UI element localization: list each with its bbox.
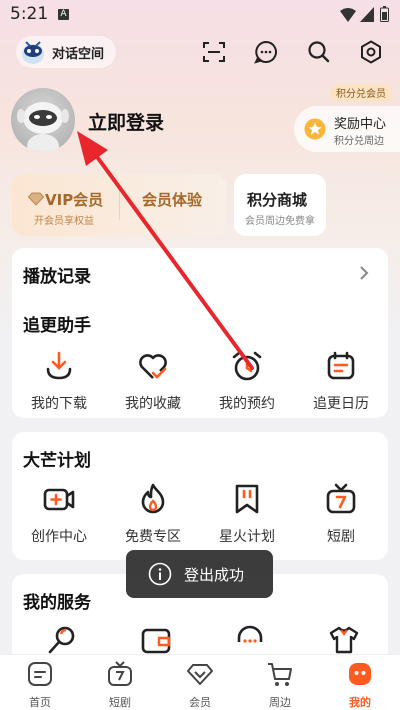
tab-short-drama-label: 短剧 [109,696,131,709]
spark-plan-label: 星火计划 [219,529,275,545]
avatar[interactable] [11,88,75,152]
creator-center-button[interactable]: 创作中心 [14,482,104,546]
tab-mine[interactable]: 我的 [320,660,400,710]
play-history-label: 播放记录 [23,267,91,287]
vip-icon [187,664,213,685]
signal-icon [360,7,374,22]
member-trial-button[interactable]: 会员体验 [120,174,226,236]
login-button[interactable]: 立即登录 [88,108,164,135]
free-zone-button[interactable]: 免费专区 [108,482,198,546]
tab-merch[interactable]: 周边 [240,660,320,710]
short-drama-button[interactable]: 短剧 [296,482,386,546]
my-favorites-button[interactable]: 我的收藏 [108,349,198,413]
flame-icon [141,483,165,514]
reward-badge: 积分兑会员 [330,84,392,101]
default-avatar-icon [17,102,69,152]
bookmark-icon [235,484,259,514]
services-title: 我的服务 [23,593,91,613]
tv-icon [108,661,132,686]
tab-short-drama[interactable]: 短剧 [80,660,160,710]
reward-center-button[interactable]: 奖励中心 积分兑周边 [294,106,400,152]
points-mall-subtitle: 会员周边免费拿 [245,216,315,227]
search-icon[interactable] [307,40,331,64]
notification-icon: A [58,9,69,20]
tab-home-label: 首页 [29,696,51,709]
follow-assistant-title: 追更助手 [23,316,91,336]
status-time: 5:21 [10,4,49,24]
info-icon [148,562,172,586]
battery-icon [380,6,389,22]
toast-text: 登出成功 [184,566,245,584]
update-calendar-label: 追更日历 [313,396,369,412]
tab-mine-label: 我的 [349,696,371,709]
scan-icon[interactable] [202,40,226,64]
chat-space-label: 对话空间 [52,47,105,62]
free-zone-label: 免费专区 [125,529,181,545]
settings-icon[interactable] [359,40,383,64]
reward-title: 奖励中心 [334,117,387,132]
download-icon [46,351,72,380]
tab-merch-label: 周边 [269,696,291,709]
status-bar: 5:21 A [0,0,400,30]
spark-plan-button[interactable]: 星火计划 [202,482,292,546]
mic-icon[interactable] [45,624,79,654]
points-mall-title: 积分商城 [247,191,308,209]
chat-space-button[interactable]: 对话空间 [16,36,116,68]
wallet-icon[interactable] [139,626,173,654]
chevron-right-icon [360,266,369,280]
vip-title: VIP会员 [45,191,104,209]
diamond-icon [28,192,44,206]
alarm-icon [232,351,262,381]
vip-member-button[interactable]: VIP会员 开会员享权益 [12,174,119,236]
points-mall-button[interactable]: 积分商城 会员周边免费拿 [234,174,326,236]
play-history-row[interactable]: 播放记录 [12,248,388,298]
cart-icon [268,663,292,686]
support-icon[interactable] [233,624,267,654]
tab-home[interactable]: 首页 [0,660,80,710]
tab-member-label: 会员 [189,696,211,709]
home-icon [28,662,52,686]
tab-member[interactable]: 会员 [160,660,240,710]
member-card: VIP会员 开会员享权益 会员体验 [12,174,226,236]
wifi-icon [340,8,356,22]
shirt-icon[interactable] [327,624,361,654]
calendar-icon [327,351,355,380]
my-reservations-button[interactable]: 我的预约 [202,349,292,413]
creator-center-label: 创作中心 [31,529,87,545]
my-favorites-label: 我的收藏 [125,396,181,412]
short-drama-label: 短剧 [327,529,355,545]
plan-title: 大芒计划 [23,451,91,471]
vip-subtitle: 开会员享权益 [34,216,94,227]
toast: 登出成功 [126,550,273,598]
my-downloads-button[interactable]: 我的下载 [14,349,104,413]
favorite-icon [139,354,167,379]
my-reservations-label: 我的预约 [219,396,275,412]
star-coin-icon [304,118,326,140]
plan-card: 大芒计划 创作中心 免费专区 星火计划 短剧 [12,432,388,560]
message-icon[interactable] [254,40,278,64]
video-add-icon [43,488,75,511]
history-follow-card: 播放记录 追更助手 我的下载 我的收藏 我的预约 追更日历 [12,248,388,418]
robot-avatar-icon [22,41,44,64]
tv-icon [326,483,356,514]
mine-icon [349,663,371,685]
update-calendar-button[interactable]: 追更日历 [296,349,386,413]
my-downloads-label: 我的下载 [31,396,87,412]
trial-title: 会员体验 [142,191,203,209]
reward-subtitle: 积分兑周边 [334,136,384,147]
